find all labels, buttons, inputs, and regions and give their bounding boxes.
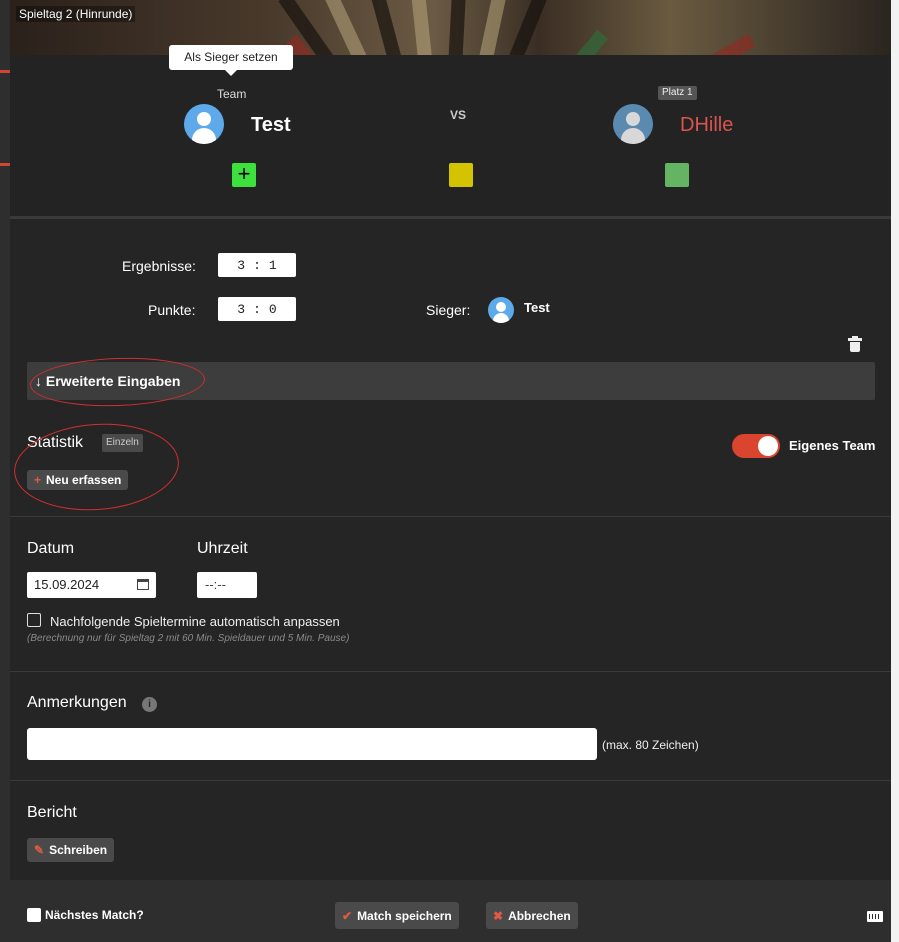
punkte-guest[interactable]: 0	[269, 302, 277, 317]
ergebnisse-separator: :	[253, 257, 261, 273]
auto-adjust-checkbox[interactable]	[27, 613, 41, 627]
dartboard-graphic	[410, 0, 434, 55]
background-marker	[0, 163, 10, 166]
keyboard-icon[interactable]	[867, 911, 883, 922]
uhrzeit-label: Uhrzeit	[197, 540, 248, 557]
modal-header: Spieltag 2 (Hinrunde)	[10, 0, 891, 55]
match-modal: Spieltag 2 (Hinrunde) Als Sieger setzen …	[10, 0, 891, 880]
next-match-checkbox[interactable]	[27, 908, 41, 922]
auto-adjust-label[interactable]: Nachfolgende Spieltermine automatisch an…	[50, 614, 340, 629]
abbrechen-label: Abbrechen	[508, 908, 571, 923]
match-speichern-button[interactable]: ✔ Match speichern	[335, 902, 459, 929]
guest-rank-badge: Platz 1	[658, 86, 697, 100]
abbrechen-button[interactable]: ✖ Abbrechen	[486, 902, 578, 929]
footer-bar: Nächstes Match? ✔ Match speichern ✖ Abbr…	[10, 880, 891, 942]
info-icon[interactable]: i	[142, 697, 157, 712]
auto-adjust-hint: (Berechnung nur für Spieltag 2 mit 60 Mi…	[27, 633, 350, 644]
scrollbar[interactable]	[891, 0, 899, 942]
schreiben-button[interactable]: ✎ Schreiben	[27, 838, 115, 862]
dartboard-graphic	[545, 29, 609, 55]
annotation-circle	[11, 418, 182, 516]
datum-label: Datum	[27, 540, 75, 557]
divider	[10, 780, 891, 781]
eigenes-team-label: Eigenes Team	[789, 438, 876, 453]
modal-title: Spieltag 2 (Hinrunde)	[16, 6, 136, 22]
set-guest-winner-button[interactable]	[665, 163, 689, 187]
ergebnisse-label: Ergebnisse:	[122, 258, 196, 274]
punkte-label: Punkte:	[148, 302, 196, 318]
dartboard-graphic	[505, 0, 549, 55]
home-team-label: Team	[217, 87, 247, 101]
eigenes-team-toggle[interactable]	[732, 434, 780, 458]
time-input[interactable]: --:--	[197, 572, 257, 598]
punkte-home[interactable]: 3	[237, 302, 245, 317]
home-avatar-icon	[184, 104, 224, 144]
matchup-panel	[10, 55, 891, 216]
winner-avatar-icon	[488, 297, 514, 323]
vs-label: VS	[450, 108, 467, 122]
date-value: 15.09.2024	[34, 577, 100, 592]
winner-name: Test	[524, 300, 550, 315]
schreiben-label: Schreiben	[49, 843, 108, 857]
bericht-title: Bericht	[27, 804, 77, 821]
anmerkungen-input[interactable]	[27, 728, 597, 760]
set-home-winner-button[interactable]: +	[232, 163, 256, 187]
max-chars-hint: (max. 80 Zeichen)	[602, 738, 699, 752]
next-match-label[interactable]: Nächstes Match?	[45, 908, 144, 922]
dartboard-graphic	[476, 0, 508, 55]
guest-team-name[interactable]: DHille	[680, 114, 733, 137]
background-marker	[0, 70, 10, 73]
dartboard-graphic	[369, 0, 405, 55]
anmerkungen-title: Anmerkungen	[27, 694, 127, 711]
guest-avatar-icon	[613, 104, 653, 144]
home-team-name[interactable]: Test	[251, 114, 291, 137]
punkte-separator: :	[253, 301, 261, 317]
trash-icon[interactable]	[848, 336, 862, 352]
date-input[interactable]: 15.09.2024	[27, 572, 156, 598]
divider	[10, 671, 891, 672]
match-speichern-label: Match speichern	[357, 908, 452, 923]
ergebnisse-guest[interactable]: 1	[269, 258, 277, 273]
sieger-label: Sieger:	[426, 302, 471, 318]
divider	[10, 516, 891, 517]
calendar-icon[interactable]	[137, 579, 149, 590]
background-left-strip	[0, 0, 10, 942]
ergebnisse-home[interactable]: 3	[237, 258, 245, 273]
checkmark-icon: ✔	[342, 908, 353, 923]
ergebnisse-input[interactable]: 3 : 1	[218, 253, 296, 277]
dartboard-graphic	[323, 0, 371, 55]
dartboard-graphic	[447, 0, 467, 55]
punkte-input[interactable]: 3 : 0	[218, 297, 296, 321]
x-icon: ✖	[493, 908, 504, 923]
dartboard-graphic	[678, 33, 756, 55]
pencil-icon: ✎	[34, 843, 45, 857]
set-draw-button[interactable]	[449, 163, 473, 187]
winner-tooltip: Als Sieger setzen	[169, 45, 293, 76]
divider	[10, 216, 891, 219]
